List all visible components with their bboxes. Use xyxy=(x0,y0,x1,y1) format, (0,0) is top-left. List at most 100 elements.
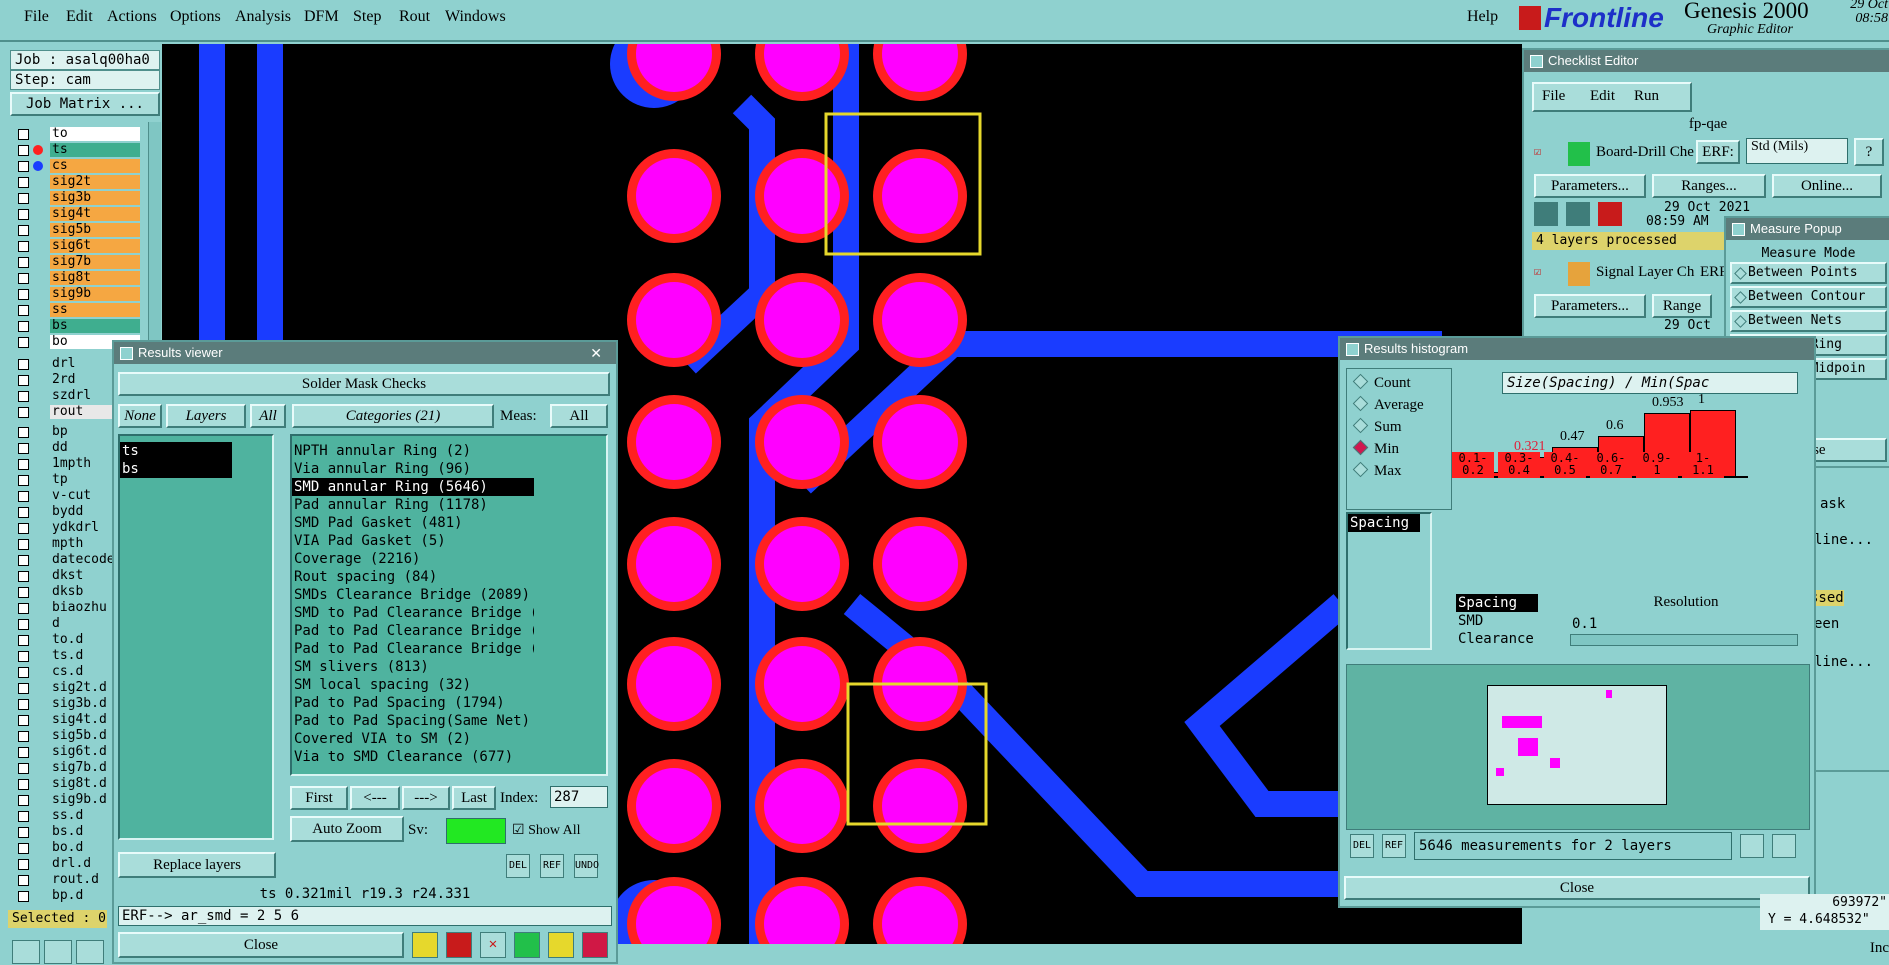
menu-rout[interactable]: Rout xyxy=(399,8,430,26)
layer-checkbox[interactable] xyxy=(18,177,29,188)
layer-checkbox[interactable] xyxy=(18,407,29,418)
checklist-menu-file[interactable]: File xyxy=(1542,88,1565,105)
layer-row[interactable]: ts xyxy=(14,142,140,158)
menu-help[interactable]: Help xyxy=(1467,8,1498,26)
layer-name[interactable]: sig8t xyxy=(50,271,140,285)
layer-checkbox[interactable] xyxy=(18,667,29,678)
layer-checkbox[interactable] xyxy=(18,427,29,438)
list-item[interactable]: SMD xyxy=(1456,612,1538,630)
item2-checkbox[interactable]: ☑ xyxy=(1534,264,1541,278)
layer-row[interactable]: sig8t xyxy=(14,270,140,286)
category-item[interactable]: VIA Pad Gasket (5) xyxy=(292,532,534,550)
layer-checkbox[interactable] xyxy=(18,337,29,348)
units-field[interactable]: Std (Mils) xyxy=(1746,138,1848,164)
result-layer-item[interactable]: ts xyxy=(120,442,232,460)
category-item[interactable]: SMD annular Ring (5646) xyxy=(292,478,534,496)
layer-checkbox[interactable] xyxy=(18,523,29,534)
delete-icon[interactable]: DEL xyxy=(1350,834,1374,858)
menu-analysis[interactable]: Analysis xyxy=(235,8,291,26)
notes-icon[interactable] xyxy=(548,932,574,958)
list-item[interactable]: Spacing xyxy=(1348,514,1420,532)
layer-name[interactable]: to xyxy=(50,127,140,141)
layer-checkbox[interactable] xyxy=(18,145,29,156)
layer-checkbox[interactable] xyxy=(18,843,29,854)
layer-checkbox[interactable] xyxy=(18,257,29,268)
layer-checkbox[interactable] xyxy=(18,305,29,316)
histogram-titlebar[interactable]: Results histogram xyxy=(1340,338,1814,360)
layer-row[interactable]: sig2t xyxy=(14,174,140,190)
next-button[interactable]: ---> xyxy=(402,786,450,810)
layer-checkbox[interactable] xyxy=(18,795,29,806)
menu-step[interactable]: Step xyxy=(353,8,381,26)
layer-checkbox[interactable] xyxy=(18,715,29,726)
layer-name[interactable]: sig6t xyxy=(50,239,140,253)
layer-row[interactable]: sig5b xyxy=(14,222,140,238)
run-icon[interactable] xyxy=(1534,202,1558,226)
refresh-icon[interactable]: REF xyxy=(1382,834,1406,858)
item1-label[interactable]: Board-Drill Che xyxy=(1596,144,1694,161)
measure-option[interactable]: Between Points xyxy=(1730,262,1887,284)
layer-name[interactable]: sig3b xyxy=(50,191,140,205)
all-button[interactable]: All xyxy=(250,404,286,428)
layer-row[interactable]: sig6t xyxy=(14,238,140,254)
item2-ranges[interactable]: Range xyxy=(1652,294,1712,318)
layer-checkbox[interactable] xyxy=(18,443,29,454)
results-close-button[interactable]: Close xyxy=(118,932,404,958)
item1-ranges[interactable]: Ranges... xyxy=(1652,174,1766,198)
checklist-titlebar[interactable]: Checklist Editor xyxy=(1524,50,1889,72)
layer-checkbox[interactable] xyxy=(18,321,29,332)
item2-parameters[interactable]: Parameters... xyxy=(1534,294,1646,318)
menu-edit[interactable]: Edit xyxy=(66,8,93,26)
stat-radio[interactable]: Min xyxy=(1352,439,1399,458)
layer-row[interactable]: sig9b xyxy=(14,286,140,302)
checklist-menu-run[interactable]: Run xyxy=(1634,88,1659,105)
remove-icon[interactable]: ✕ xyxy=(480,932,506,958)
spacing-list-top[interactable]: Spacing xyxy=(1346,512,1432,650)
measure-tool-icon[interactable] xyxy=(44,940,72,964)
numbered-list-icon[interactable] xyxy=(514,932,540,958)
layer-checkbox[interactable] xyxy=(18,289,29,300)
category-item[interactable]: SMD to Pad Clearance Bridge (238) xyxy=(292,604,534,622)
layer-row[interactable]: sig3b xyxy=(14,190,140,206)
index-input[interactable]: 287 xyxy=(550,786,608,808)
result-layer-item[interactable]: bs xyxy=(120,460,232,478)
layer-row[interactable]: ss xyxy=(14,302,140,318)
layer-checkbox[interactable] xyxy=(18,811,29,822)
category-list[interactable]: NPTH annular Ring (2) Via annular Ring (9… xyxy=(290,434,608,776)
run-all-icon[interactable] xyxy=(1566,202,1590,226)
layer-row[interactable]: bs xyxy=(14,318,140,334)
category-item[interactable]: Rout spacing (84) xyxy=(292,568,534,586)
measure-option[interactable]: Between Nets xyxy=(1730,310,1887,332)
last-button[interactable]: Last xyxy=(452,786,496,810)
layer-checkbox[interactable] xyxy=(18,129,29,140)
report-icon[interactable] xyxy=(412,932,438,958)
layer-name[interactable]: sig5b xyxy=(50,223,140,237)
job-matrix-button[interactable]: Job Matrix ... xyxy=(10,92,160,116)
menu-options[interactable]: Options xyxy=(170,8,221,26)
layer-checkbox[interactable] xyxy=(18,375,29,386)
layer-checkbox[interactable] xyxy=(18,891,29,902)
layer-checkbox[interactable] xyxy=(18,699,29,710)
category-item[interactable]: SMDs Clearance Bridge (2089) xyxy=(292,586,534,604)
stop-icon[interactable] xyxy=(1598,202,1622,226)
layer-checkbox[interactable] xyxy=(18,273,29,284)
layers-button[interactable]: Layers xyxy=(166,404,246,428)
meas-select[interactable]: All xyxy=(550,404,608,428)
layer-name[interactable]: sig4t xyxy=(50,207,140,221)
layer-checkbox[interactable] xyxy=(18,193,29,204)
layer-results-list[interactable]: ts bs xyxy=(118,434,274,840)
layer-checkbox[interactable] xyxy=(18,241,29,252)
replace-layers-button[interactable]: Replace layers xyxy=(118,852,276,878)
menu-file[interactable]: File xyxy=(24,8,49,26)
category-item[interactable]: SMD Pad Gasket (481) xyxy=(292,514,534,532)
category-item[interactable]: Covered VIA to SM (2) xyxy=(292,730,534,748)
none-button[interactable]: None xyxy=(118,404,162,428)
layer-checkbox[interactable] xyxy=(18,587,29,598)
category-item[interactable]: Via to SMD Clearance (677) xyxy=(292,748,534,766)
item2-label[interactable]: Signal Layer Ch xyxy=(1596,264,1694,281)
layer-checkbox[interactable] xyxy=(18,571,29,582)
show-all-checkbox[interactable]: ☑ Show All xyxy=(512,822,581,839)
window-menu-icon[interactable] xyxy=(1732,223,1745,236)
bar-chart-icon[interactable] xyxy=(582,932,608,958)
category-item[interactable]: SM slivers (813) xyxy=(292,658,534,676)
